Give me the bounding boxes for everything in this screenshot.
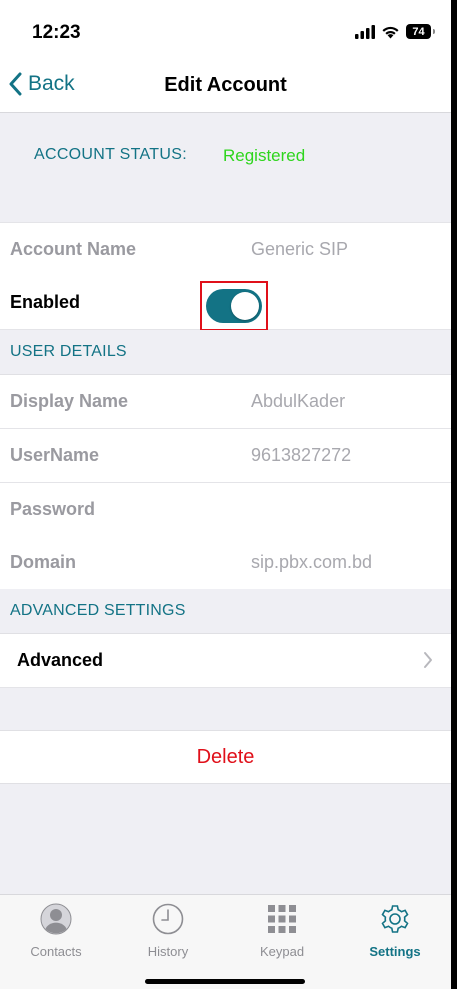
advanced-row[interactable]: Advanced [0,634,451,688]
user-details-header-label: USER DETAILS [10,343,127,360]
display-name-row[interactable]: Display Name AbdulKader [0,375,451,429]
battery-icon: 74 [406,24,435,39]
account-status-label: ACCOUNT STATUS: [34,146,187,163]
tab-contacts[interactable]: Contacts [0,903,112,959]
home-indicator[interactable] [145,979,305,984]
tab-keypad-label: Keypad [259,944,305,959]
tab-bar: Contacts History Keypad Settings [0,894,451,989]
password-label: Password [10,499,96,519]
status-bar: 12:23 74 [0,0,451,62]
wifi-icon [382,26,399,38]
contacts-icon [40,903,72,935]
domain-label: Domain [10,552,77,572]
keypad-icon [268,905,296,933]
clock-icon [152,903,184,935]
account-name-label: Account Name [10,239,137,259]
page-title: Edit Account [164,74,287,96]
username-label: UserName [10,445,100,465]
advanced-settings-header-label: ADVANCED SETTINGS [10,602,186,619]
tab-settings-label: Settings [369,944,421,959]
display-name-label: Display Name [10,391,129,411]
delete-button[interactable]: Delete [0,730,451,784]
domain-value[interactable]: sip.pbx.com.bd [251,552,372,573]
status-time: 12:23 [32,22,81,43]
username-value[interactable]: 9613827272 [251,445,351,466]
username-row[interactable]: UserName 9613827272 [0,429,451,483]
advanced-label: Advanced [17,650,104,670]
enabled-toggle[interactable] [206,289,262,323]
account-name-row[interactable]: Account Name Generic SIP [0,222,451,277]
domain-row[interactable]: Domain sip.pbx.com.bd [0,536,451,590]
status-icons: 74 [355,24,435,39]
nav-bar: Back Edit Account [0,62,451,113]
user-details-header: USER DETAILS [0,330,451,375]
tab-history[interactable]: History [112,903,224,959]
tab-keypad[interactable]: Keypad [226,903,338,959]
account-name-value[interactable]: Generic SIP [251,239,348,260]
password-row[interactable]: Password [0,483,451,537]
advanced-settings-header: ADVANCED SETTINGS [0,589,451,634]
battery-level: 74 [412,25,425,38]
gear-icon [381,905,409,933]
tab-contacts-label: Contacts [30,944,82,959]
tab-settings[interactable]: Settings [339,903,451,959]
tab-history-label: History [147,944,189,959]
delete-label: Delete [196,746,255,768]
chevron-right-icon [424,652,432,668]
enabled-toggle-highlight [200,281,268,331]
signal-icon [355,24,375,39]
account-status-value: Registered [223,146,306,165]
screen: 12:23 74 Back Edit Account ACCOUNT STATU… [0,0,451,989]
display-name-value[interactable]: AbdulKader [251,391,345,412]
toggle-knob [231,292,259,320]
account-status-section: ACCOUNT STATUS: Registered [0,113,451,221]
enabled-label: Enabled [10,292,81,312]
